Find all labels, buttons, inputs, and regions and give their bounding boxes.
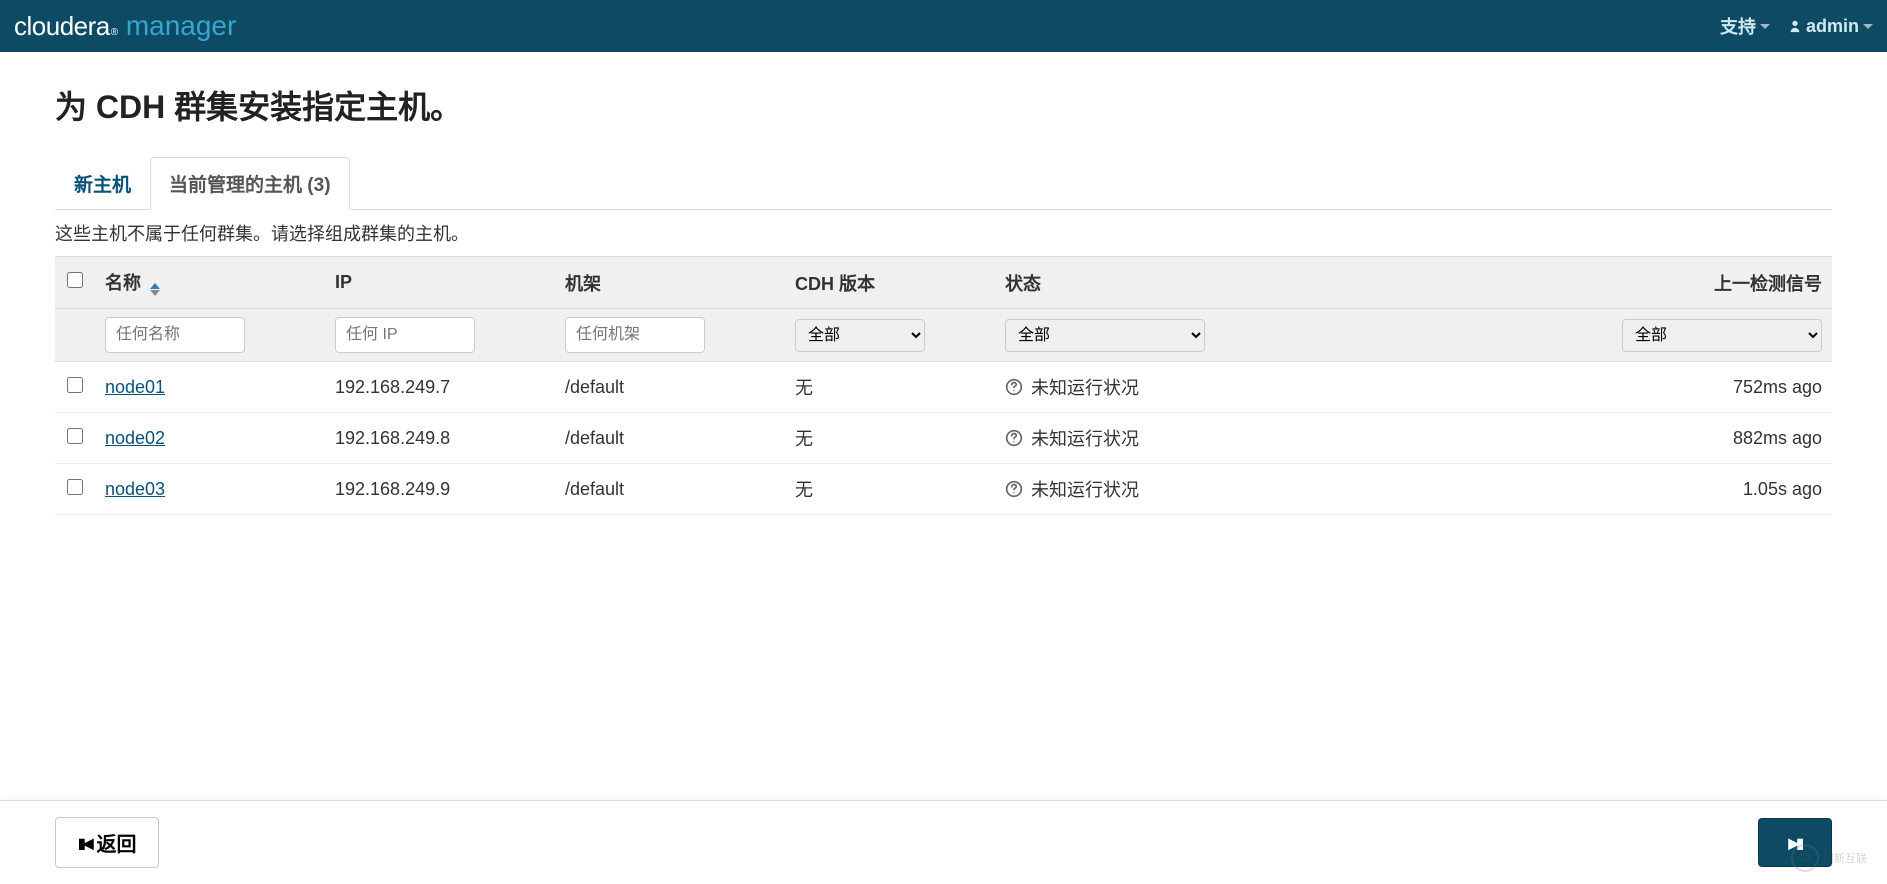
watermark: CX 创新互联 (1791, 844, 1867, 872)
host-rack: /default (555, 464, 785, 515)
host-version: 无 (785, 362, 995, 413)
row-checkbox[interactable] (67, 377, 83, 393)
filter-row: 全部 全部 全部 (55, 309, 1832, 362)
watermark-text: 创新互联 (1823, 850, 1867, 866)
chevron-down-icon (1863, 24, 1873, 29)
select-all-checkbox[interactable] (67, 272, 83, 288)
filter-status-select[interactable]: 全部 (1005, 319, 1205, 352)
table-row: node02 192.168.249.8 /default 无 未知运行状况 8… (55, 413, 1832, 464)
user-menu[interactable]: admin (1788, 16, 1873, 37)
brand-logo[interactable]: cloudera® manager (14, 10, 236, 42)
host-version: 无 (785, 464, 995, 515)
back-button[interactable]: 返回 (55, 817, 159, 868)
table-row: node01 192.168.249.7 /default 无 未知运行状况 7… (55, 362, 1832, 413)
host-status: 未知运行状况 (1005, 374, 1602, 400)
row-checkbox[interactable] (67, 479, 83, 495)
question-icon (1005, 429, 1023, 447)
host-ip: 192.168.249.8 (325, 413, 555, 464)
host-link[interactable]: node03 (105, 479, 165, 499)
status-text: 未知运行状况 (1031, 476, 1139, 502)
brand-manager: manager (126, 10, 237, 42)
col-header-name[interactable]: 名称 (95, 257, 325, 309)
status-text: 未知运行状况 (1031, 374, 1139, 400)
user-label: admin (1806, 16, 1859, 37)
host-heartbeat: 1.05s ago (1612, 464, 1832, 515)
host-rack: /default (555, 413, 785, 464)
header-row: 名称 IP 机架 CDH 版本 状态 上一检测信号 (55, 257, 1832, 309)
tabs: 新主机 当前管理的主机 (3) (55, 156, 1832, 210)
row-checkbox[interactable] (67, 428, 83, 444)
col-header-version[interactable]: CDH 版本 (785, 257, 995, 309)
step-back-icon (78, 831, 90, 854)
hosts-table: 名称 IP 机架 CDH 版本 状态 上一检测信号 全部 全部 全部 node0 (55, 256, 1832, 515)
table-row: node03 192.168.249.9 /default 无 未知运行状况 1… (55, 464, 1832, 515)
host-link[interactable]: node01 (105, 377, 165, 397)
host-version: 无 (785, 413, 995, 464)
host-ip: 192.168.249.7 (325, 362, 555, 413)
filter-heartbeat-select[interactable]: 全部 (1622, 319, 1822, 352)
question-icon (1005, 480, 1023, 498)
registered-mark: ® (111, 27, 118, 38)
chevron-down-icon (1760, 24, 1770, 29)
back-label: 返回 (96, 828, 136, 857)
nav-right: 支持 admin (1720, 13, 1873, 39)
col-header-rack[interactable]: 机架 (555, 257, 785, 309)
host-heartbeat: 882ms ago (1612, 413, 1832, 464)
filter-rack-input[interactable] (565, 317, 705, 353)
host-heartbeat: 752ms ago (1612, 362, 1832, 413)
status-text: 未知运行状况 (1031, 425, 1139, 451)
host-rack: /default (555, 362, 785, 413)
watermark-icon: CX (1791, 844, 1819, 872)
main-content: 为 CDH 群集安装指定主机。 新主机 当前管理的主机 (3) 这些主机不属于任… (0, 52, 1887, 615)
col-header-ip[interactable]: IP (325, 257, 555, 309)
col-header-heartbeat[interactable]: 上一检测信号 (1612, 257, 1832, 309)
support-menu[interactable]: 支持 (1720, 13, 1770, 39)
host-link[interactable]: node02 (105, 428, 165, 448)
brand-cloudera: cloudera (14, 11, 110, 42)
filter-version-select[interactable]: 全部 (795, 319, 925, 352)
page-title: 为 CDH 群集安装指定主机。 (55, 82, 1832, 128)
host-status: 未知运行状况 (1005, 425, 1602, 451)
host-status: 未知运行状况 (1005, 476, 1602, 502)
filter-name-input[interactable] (105, 317, 245, 353)
tab-description: 这些主机不属于任何群集。请选择组成群集的主机。 (55, 220, 1832, 246)
user-icon (1788, 19, 1802, 33)
navbar: cloudera® manager 支持 admin (0, 0, 1887, 52)
tab-managed-hosts[interactable]: 当前管理的主机 (3) (150, 157, 350, 210)
col-header-status[interactable]: 状态 (995, 257, 1612, 309)
question-icon (1005, 378, 1023, 396)
tab-new-hosts[interactable]: 新主机 (55, 157, 150, 210)
filter-ip-input[interactable] (335, 317, 475, 353)
support-label: 支持 (1720, 13, 1756, 39)
footer-bar: 返回 (0, 800, 1887, 884)
sort-icon (150, 283, 160, 296)
host-ip: 192.168.249.9 (325, 464, 555, 515)
